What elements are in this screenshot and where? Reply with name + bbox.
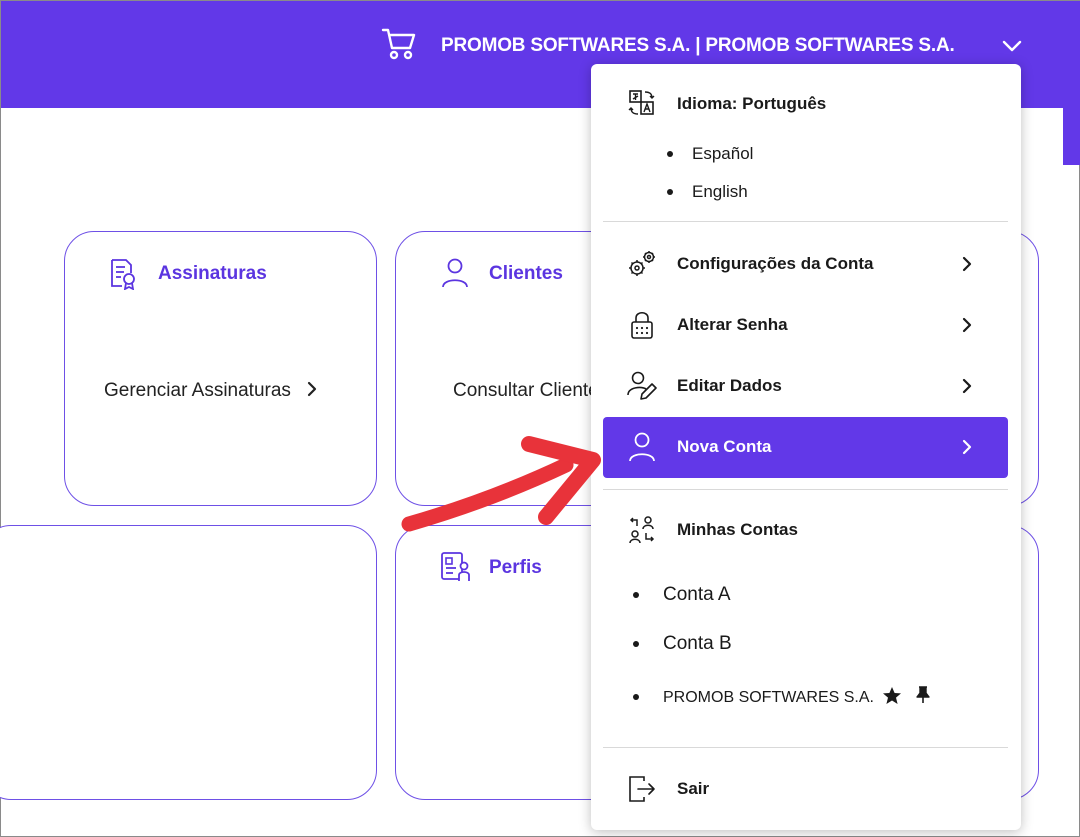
pin-icon[interactable] xyxy=(915,686,931,704)
lock-icon xyxy=(631,311,653,339)
user-edit-icon xyxy=(627,371,657,400)
user-icon xyxy=(442,258,468,288)
divider xyxy=(603,747,1008,748)
divider xyxy=(603,489,1008,490)
card-empty-left xyxy=(0,525,377,800)
my-accounts-label: Minhas Contas xyxy=(677,520,798,539)
gears-icon xyxy=(629,251,655,276)
chevron-right-icon xyxy=(962,378,972,394)
red-arrow-icon xyxy=(401,436,601,532)
menu-item-editar-dados[interactable]: Editar Dados xyxy=(603,356,1008,417)
card-title: Assinaturas xyxy=(158,263,267,284)
language-option-espanol[interactable]: Español xyxy=(692,144,753,164)
account-selector-label[interactable]: PROMOB SOFTWARES S.A. | PROMOB SOFTWARES… xyxy=(441,35,955,57)
language-row: Idioma: Português xyxy=(603,74,1008,135)
divider xyxy=(603,221,1008,222)
chevron-right-icon xyxy=(962,256,972,272)
chevron-right-icon xyxy=(962,439,972,455)
card-title: Perfis xyxy=(489,557,542,578)
document-certificate-icon xyxy=(111,259,135,290)
cart-icon[interactable] xyxy=(381,27,417,61)
card-link-label: Gerenciar Assinaturas xyxy=(104,380,291,401)
language-option-english[interactable]: English xyxy=(692,182,748,202)
card-link-consultar-clientes[interactable]: Consultar Clientes xyxy=(453,380,608,402)
top-bar-extension xyxy=(1063,108,1080,165)
menu-item-label: Editar Dados xyxy=(677,376,782,395)
translate-icon xyxy=(628,90,655,115)
account-option-conta-b[interactable]: Conta B xyxy=(663,633,732,655)
account-option-promob[interactable]: PROMOB SOFTWARES S.A. xyxy=(663,686,931,707)
my-accounts-row: Minhas Contas xyxy=(603,500,1008,561)
user-icon xyxy=(629,432,655,462)
chevron-right-icon xyxy=(308,381,317,397)
account-dropdown-menu: Idioma: Português Español English Config… xyxy=(591,64,1021,830)
menu-item-nova-conta[interactable]: Nova Conta xyxy=(603,417,1008,478)
logout-label: Sair xyxy=(677,779,710,798)
logout-icon xyxy=(629,776,655,802)
menu-item-label: Nova Conta xyxy=(677,437,772,456)
card-assinaturas: Assinaturas Gerenciar Assinaturas xyxy=(64,231,377,506)
star-icon xyxy=(883,687,902,704)
menu-item-label: Configurações da Conta xyxy=(677,254,874,273)
account-option-conta-a[interactable]: Conta A xyxy=(663,584,731,606)
chevron-down-icon[interactable] xyxy=(1001,36,1023,56)
language-label: Idioma: Português xyxy=(677,94,827,113)
menu-item-label: Alterar Senha xyxy=(677,315,788,334)
card-title: Clientes xyxy=(489,263,563,284)
chevron-right-icon xyxy=(962,317,972,333)
account-option-label: PROMOB SOFTWARES S.A. xyxy=(663,689,874,706)
logout-row[interactable]: Sair xyxy=(603,759,1008,820)
menu-item-configuracoes[interactable]: Configurações da Conta xyxy=(603,234,1008,295)
switch-users-icon xyxy=(629,516,655,544)
card-link-gerenciar-assinaturas[interactable]: Gerenciar Assinaturas xyxy=(104,380,318,402)
profile-card-icon xyxy=(441,552,470,581)
menu-item-alterar-senha[interactable]: Alterar Senha xyxy=(603,295,1008,356)
